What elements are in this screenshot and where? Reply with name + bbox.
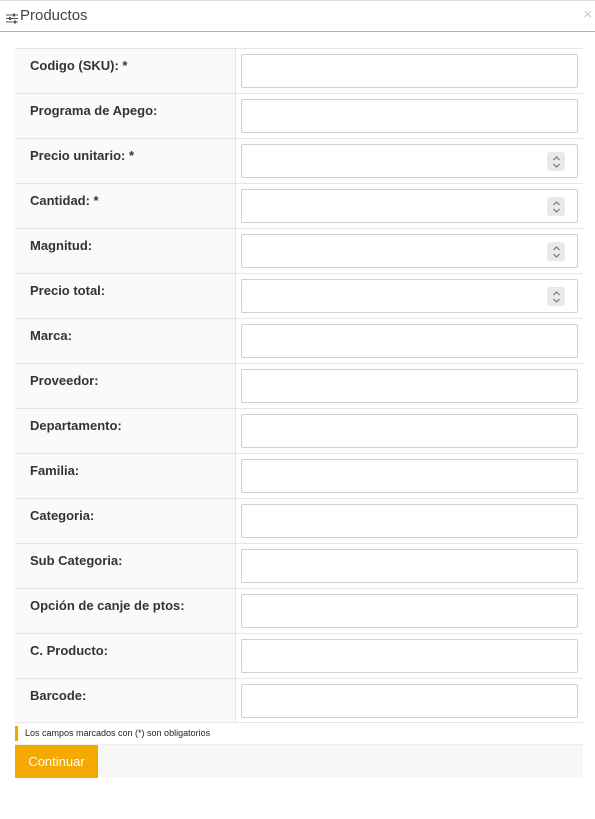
field-label-categoria: Categoria: [15, 499, 236, 543]
field-input-cell [236, 409, 583, 453]
form-row-magnitud: Magnitud: [15, 228, 583, 273]
form-row-programa-apego: Programa de Apego: [15, 93, 583, 138]
field-input-cell [236, 139, 583, 183]
field-input-cell [236, 94, 583, 138]
product-form: Codigo (SKU): * Programa de Apego: Precio … [15, 48, 583, 723]
form-footer: Continuar [15, 744, 583, 778]
dialog-titlebar: Productos × [0, 0, 595, 32]
form-row-categoria: Categoria: [15, 498, 583, 543]
field-label-precio-unitario: Precio unitario: * [15, 139, 236, 183]
form-row-sub-categoria: Sub Categoria: [15, 543, 583, 588]
spinner-arrows-icon[interactable] [547, 197, 565, 216]
field-input-cell [236, 634, 583, 678]
field-label-marca: Marca: [15, 319, 236, 363]
spinner-arrows-icon[interactable] [547, 287, 565, 306]
form-row-departamento: Departamento: [15, 408, 583, 453]
departamento-input[interactable] [241, 414, 578, 448]
field-label-opcion-canje-ptos: Opción de canje de ptos: [15, 589, 236, 633]
field-label-familia: Familia: [15, 454, 236, 498]
field-label-sub-categoria: Sub Categoria: [15, 544, 236, 588]
field-label-sku: Codigo (SKU): * [15, 49, 236, 93]
titlebar-top-border [0, 0, 595, 1]
field-input-cell [236, 499, 583, 543]
form-row-marca: Marca: [15, 318, 583, 363]
field-label-proveedor: Proveedor: [15, 364, 236, 408]
field-input-cell [236, 49, 583, 93]
form-row-barcode: Barcode: [15, 678, 583, 723]
magnitud-input[interactable] [241, 234, 578, 268]
field-label-programa-apego: Programa de Apego: [15, 94, 236, 138]
form-row-familia: Familia: [15, 453, 583, 498]
barcode-input[interactable] [241, 684, 578, 718]
sku-input[interactable] [241, 54, 578, 88]
field-input-cell [236, 229, 583, 273]
continue-button[interactable]: Continuar [15, 745, 98, 778]
field-input-cell [236, 454, 583, 498]
categoria-input[interactable] [241, 504, 578, 538]
precio-unitario-input[interactable] [241, 144, 578, 178]
sliders-icon [6, 11, 18, 24]
form-row-c-producto: C. Producto: [15, 633, 583, 678]
c-producto-input[interactable] [241, 639, 578, 673]
form-row-precio-total: Precio total: [15, 273, 583, 318]
form-row-proveedor: Proveedor: [15, 363, 583, 408]
form-row-sku: Codigo (SKU): * [15, 48, 583, 93]
form-row-opcion-canje-ptos: Opción de canje de ptos: [15, 588, 583, 633]
field-input-cell [236, 274, 583, 318]
field-label-c-producto: C. Producto: [15, 634, 236, 678]
field-label-magnitud: Magnitud: [15, 229, 236, 273]
spinner-arrows-icon[interactable] [547, 242, 565, 261]
close-icon[interactable]: × [583, 6, 592, 24]
field-label-cantidad: Cantidad: * [15, 184, 236, 228]
precio-total-input[interactable] [241, 279, 578, 313]
field-label-precio-total: Precio total: [15, 274, 236, 318]
dialog-title: Productos [20, 7, 88, 24]
field-label-barcode: Barcode: [15, 679, 236, 722]
field-input-cell [236, 364, 583, 408]
proveedor-input[interactable] [241, 369, 578, 403]
form-row-precio-unitario: Precio unitario: * [15, 138, 583, 183]
cantidad-input[interactable] [241, 189, 578, 223]
field-input-cell [236, 544, 583, 588]
marca-input[interactable] [241, 324, 578, 358]
form-row-cantidad: Cantidad: * [15, 183, 583, 228]
familia-input[interactable] [241, 459, 578, 493]
sub-categoria-input[interactable] [241, 549, 578, 583]
programa-apego-input[interactable] [241, 99, 578, 133]
field-label-departamento: Departamento: [15, 409, 236, 453]
required-fields-note: Los campos marcados con (*) son obligato… [15, 726, 210, 741]
opcion-canje-ptos-input[interactable] [241, 594, 578, 628]
spinner-arrows-icon[interactable] [547, 152, 565, 171]
field-input-cell [236, 679, 583, 722]
field-input-cell [236, 589, 583, 633]
field-input-cell [236, 184, 583, 228]
field-input-cell [236, 319, 583, 363]
